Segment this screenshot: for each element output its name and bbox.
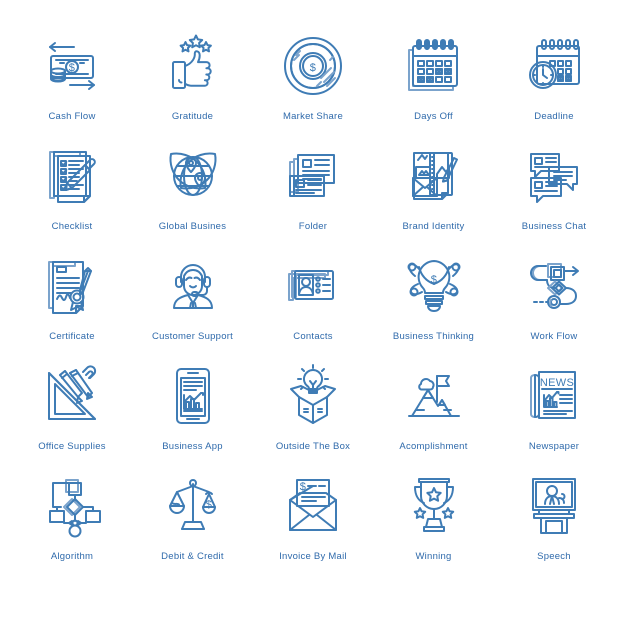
icon-cell-work-flow[interactable]: Work Flow (496, 250, 612, 343)
gratitude-icon[interactable] (157, 30, 229, 102)
icon-label: Business App (162, 441, 223, 452)
icon-cell-speech[interactable]: Speech (496, 470, 612, 563)
icon-cell-algorithm[interactable]: Algorithm (14, 470, 130, 563)
svg-text:$: $ (205, 499, 211, 511)
icon-label: Brand Identity (402, 221, 465, 232)
icon-label: Gratitude (171, 111, 214, 122)
icon-sheet: $ Cash Flow Gratitude $ Market Share Day… (0, 0, 626, 626)
icon-label: Market Share (282, 111, 344, 122)
office-supplies-icon[interactable] (36, 360, 108, 432)
icon-cell-customer-support[interactable]: Customer Support (135, 250, 251, 343)
invoice-by-mail-icon[interactable]: $ (277, 470, 349, 542)
icon-label: Cash Flow (48, 111, 96, 122)
checklist-icon[interactable] (36, 140, 108, 212)
business-thinking-icon[interactable]: $ (398, 250, 470, 322)
work-flow-icon[interactable] (518, 250, 590, 322)
newspaper-icon[interactable]: NEWS (518, 360, 590, 432)
icon-cell-checklist[interactable]: Checklist (14, 140, 130, 233)
icon-cell-debit-and-credit[interactable]: $ Debit & Credit (135, 470, 251, 563)
icon-label: Acomplishment (399, 441, 468, 452)
icon-cell-cash-flow[interactable]: $ Cash Flow (14, 30, 130, 123)
icon-cell-winning[interactable]: Winning (376, 470, 492, 563)
icon-label: Global Busines (158, 221, 227, 232)
certificate-icon[interactable] (36, 250, 108, 322)
icon-label: Algorithm (50, 551, 94, 562)
icon-label: Certificate (49, 331, 95, 342)
icon-cell-brand-identity[interactable]: Brand Identity (376, 140, 492, 233)
icon-cell-gratitude[interactable]: Gratitude (135, 30, 251, 123)
icon-cell-deadline[interactable]: Deadline (496, 30, 612, 123)
icon-cell-global-business[interactable]: Global Busines (135, 140, 251, 233)
winning-icon[interactable] (398, 470, 470, 542)
icon-cell-business-app[interactable]: Business App (135, 360, 251, 453)
icon-cell-office-supplies[interactable]: Office Supplies (14, 360, 130, 453)
icon-label: Work Flow (530, 331, 578, 342)
icon-label: Newspaper (528, 441, 580, 452)
icon-label: Checklist (51, 221, 93, 232)
icon-label: Invoice By Mail (279, 551, 347, 562)
icon-cell-contacts[interactable]: Contacts (255, 250, 371, 343)
icon-cell-days-off[interactable]: Days Off (376, 30, 492, 123)
icon-label: Business Thinking (392, 331, 475, 342)
icon-cell-folder[interactable]: Folder (255, 140, 371, 233)
icon-cell-certificate[interactable]: Certificate (14, 250, 130, 343)
business-chat-icon[interactable] (518, 140, 590, 212)
cash-flow-icon[interactable]: $ (36, 30, 108, 102)
icon-label: Folder (298, 221, 328, 232)
contacts-icon[interactable] (277, 250, 349, 322)
outside-the-box-icon[interactable] (277, 360, 349, 432)
business-app-icon[interactable] (157, 360, 229, 432)
deadline-icon[interactable] (518, 30, 590, 102)
icon-label: Speech (537, 551, 571, 562)
icon-label: Office Supplies (38, 441, 106, 452)
icon-cell-business-chat[interactable]: Business Chat (496, 140, 612, 233)
icon-cell-acomplishment[interactable]: Acomplishment (376, 360, 492, 453)
icon-row: Office Supplies Business App Outside The… (14, 360, 612, 470)
market-share-icon[interactable]: $ (277, 30, 349, 102)
icon-label: Winning (415, 551, 452, 562)
acomplishment-icon[interactable] (398, 360, 470, 432)
icon-cell-business-thinking[interactable]: $ Business Thinking (376, 250, 492, 343)
days-off-icon[interactable] (398, 30, 470, 102)
customer-support-icon[interactable] (157, 250, 229, 322)
icon-label: Contacts (293, 331, 333, 342)
icon-label: Business Chat (521, 221, 587, 232)
icon-label: Deadline (534, 111, 574, 122)
svg-text:NEWS: NEWS (540, 377, 574, 389)
brand-identity-icon[interactable] (398, 140, 470, 212)
icon-label: Debit & Credit (161, 551, 224, 562)
icon-row: Certificate Customer Support Contacts $ … (14, 250, 612, 360)
svg-text:$: $ (310, 62, 316, 74)
debit-and-credit-icon[interactable]: $ (157, 470, 229, 542)
global-business-icon[interactable] (157, 140, 229, 212)
icon-cell-market-share[interactable]: $ Market Share (255, 30, 371, 123)
icon-row: $ Cash Flow Gratitude $ Market Share Day… (14, 30, 612, 140)
icon-label: Outside The Box (275, 441, 351, 452)
icon-cell-newspaper[interactable]: NEWS Newspaper (496, 360, 612, 453)
icon-cell-invoice-by-mail[interactable]: $ Invoice By Mail (255, 470, 371, 563)
speech-icon[interactable] (518, 470, 590, 542)
icon-label: Days Off (414, 111, 453, 122)
folder-icon[interactable] (277, 140, 349, 212)
icon-row: Algorithm $ Debit & Credit $ Invoice By … (14, 470, 612, 580)
icon-label: Customer Support (151, 331, 234, 342)
svg-text:$: $ (69, 62, 75, 74)
icon-cell-outside-the-box[interactable]: Outside The Box (255, 360, 371, 453)
algorithm-icon[interactable] (36, 470, 108, 542)
icon-row: Checklist Global Busines Folder Brand Id… (14, 140, 612, 250)
